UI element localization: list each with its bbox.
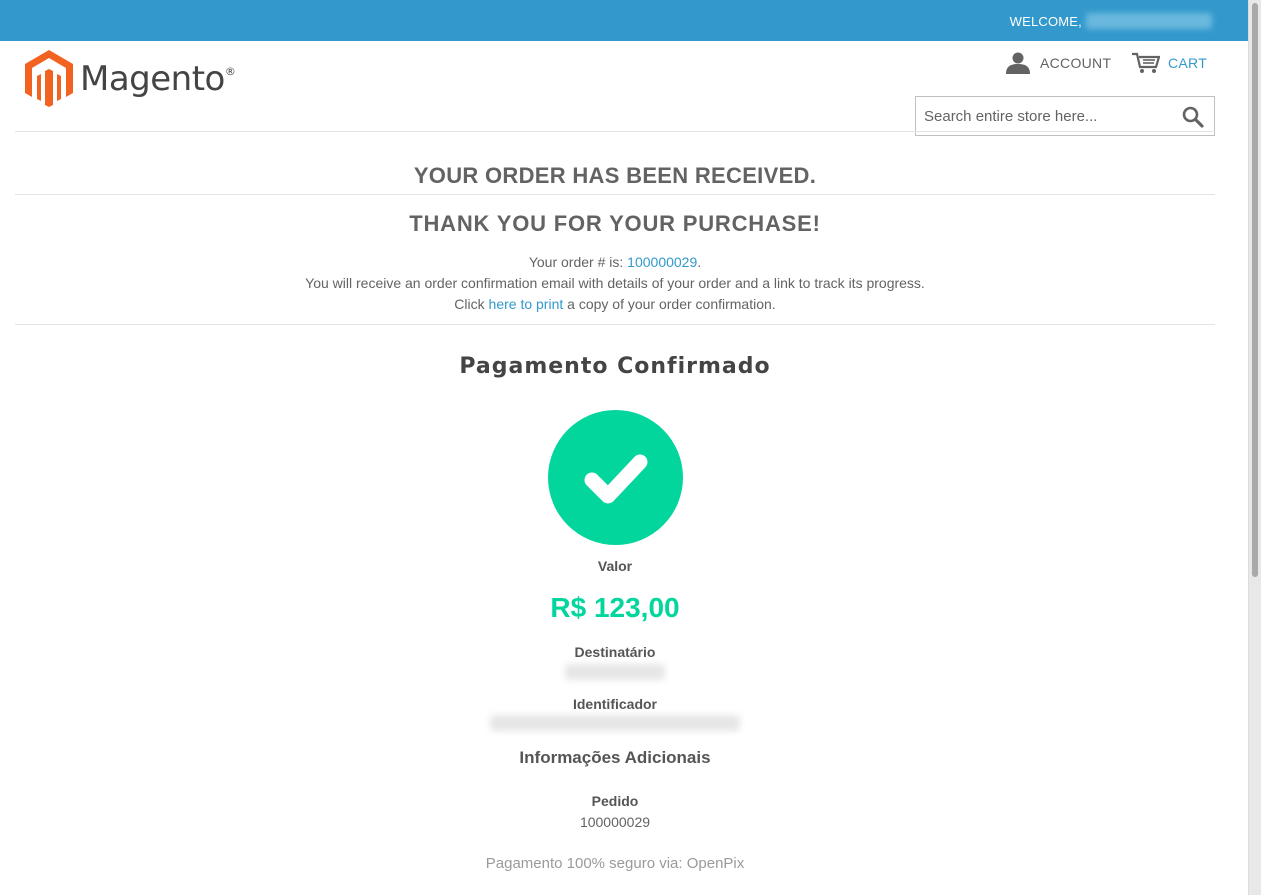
print-link[interactable]: here to print [489, 296, 564, 312]
recipient-value-redacted [565, 664, 665, 680]
secure-payment-note: Pagamento 100% seguro via: OpenPix [485, 855, 745, 872]
payment-confirmed-title: Pagamento Confirmado [459, 354, 771, 379]
store-logo[interactable]: Magento® [24, 50, 236, 107]
identifier-value-row [15, 715, 1215, 731]
additional-info-title: Informações Adicionais [519, 748, 711, 767]
page: WELCOME, Magento® ACCOUNT CART Search en… [0, 0, 1261, 895]
logo-text: Magento [80, 58, 225, 99]
order-label: Pedido [591, 793, 639, 809]
order-number-prefix: Your order # is: [528, 254, 628, 270]
scrollbar-thumb[interactable] [1252, 3, 1258, 577]
order-value: 100000029 [579, 814, 651, 830]
order-number-line: Your order # is: 100000029. [15, 254, 1215, 270]
customer-name-redacted [1086, 13, 1212, 29]
print-suffix: a copy of your order confirmation. [563, 296, 776, 312]
scrollbar[interactable] [1248, 0, 1261, 895]
email-notice: You will receive an order confirmation e… [305, 275, 925, 291]
account-label: ACCOUNT [1040, 55, 1112, 71]
print-line: Click here to print a copy of your order… [15, 296, 1215, 312]
payment-success-badge [548, 410, 683, 545]
magento-logo-icon [25, 50, 73, 107]
order-number-suffix: . [697, 254, 702, 270]
search-input[interactable] [916, 97, 1176, 135]
search-form [915, 96, 1215, 136]
account-link[interactable]: ACCOUNT [1006, 52, 1111, 74]
user-icon [1006, 52, 1030, 74]
content-divider [15, 324, 1215, 325]
logo-wordmark: Magento® [80, 58, 236, 99]
page-title: YOUR ORDER HAS BEEN RECEIVED. [413, 163, 817, 188]
payment-amount: R$ 123,00 [550, 592, 680, 623]
welcome-message: WELCOME, [1010, 13, 1212, 29]
cart-icon [1132, 52, 1160, 73]
identifier-value-redacted [490, 715, 740, 731]
cart-label: CART [1168, 55, 1208, 71]
logo-registered-mark: ® [224, 64, 236, 78]
title-divider [15, 194, 1215, 195]
value-label: Valor [597, 558, 633, 574]
header-divider [15, 131, 1215, 132]
recipient-value-row [15, 664, 1215, 680]
identifier-label: Identificador [572, 696, 657, 712]
thank-you-heading: THANK YOU FOR YOUR PURCHASE! [409, 211, 821, 236]
print-prefix: Click [454, 296, 489, 312]
search-icon[interactable] [1182, 106, 1204, 128]
recipient-label: Destinatário [574, 644, 656, 660]
order-number-link[interactable]: 100000029 [627, 254, 697, 270]
top-bar: WELCOME, [0, 0, 1248, 41]
check-icon [584, 454, 648, 504]
cart-link[interactable]: CART [1132, 52, 1207, 74]
welcome-label: WELCOME, [1009, 13, 1082, 29]
